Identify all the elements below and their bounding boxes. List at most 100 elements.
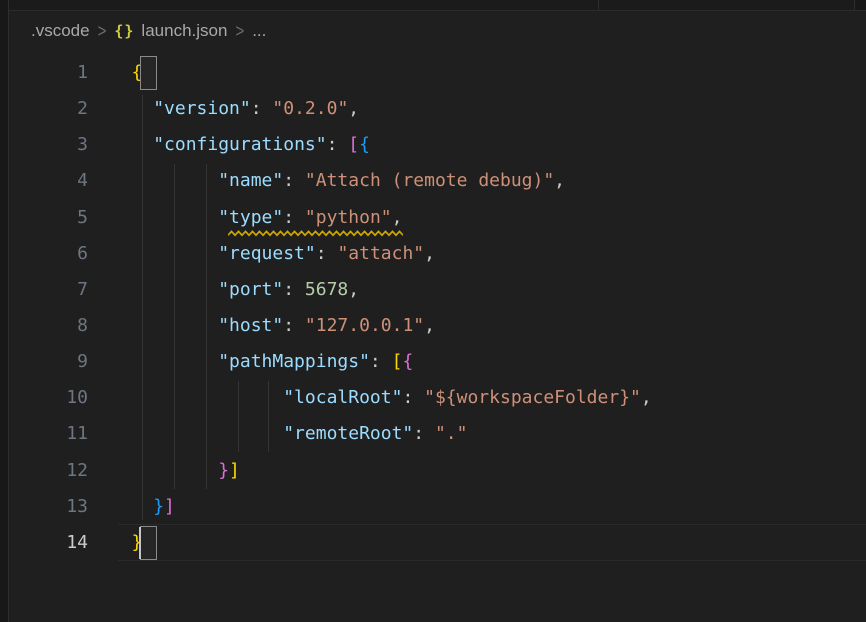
code-line-content: {	[88, 55, 142, 91]
code-line-8[interactable]: 8 "host": "127.0.0.1",	[10, 308, 866, 344]
code-token: "localRoot"	[283, 387, 402, 408]
code-token: "remoteRoot"	[283, 423, 413, 444]
code-line-content: "pathMappings": [{	[88, 344, 413, 380]
tab-remnant-1[interactable]	[9, 0, 599, 10]
code-line-content: "localRoot": "${workspaceFolder}",	[88, 380, 652, 416]
code-token: ,	[348, 98, 359, 119]
code-token: :	[283, 315, 305, 336]
code-token: ,	[554, 170, 565, 191]
editor-tab-strip	[9, 0, 866, 11]
line-number-10[interactable]: 10	[10, 380, 88, 416]
code-line-content: "request": "attach",	[88, 236, 435, 272]
line-number-6[interactable]: 6	[10, 236, 88, 272]
line-number-1[interactable]: 1	[10, 55, 88, 91]
code-token: :	[283, 279, 305, 300]
code-lines: 1{2 "version": "0.2.0",3 "configurations…	[10, 55, 866, 561]
line-number-5[interactable]: 5	[10, 200, 88, 236]
code-token: "configurations"	[153, 134, 326, 155]
vscode-window: .vscode > {} launch.json > ... 1{2 "vers…	[0, 0, 866, 622]
code-line-content: "configurations": [{	[88, 127, 370, 163]
code-token: ]	[229, 460, 240, 481]
code-line-12[interactable]: 12 }]	[10, 453, 866, 489]
code-token: "type"	[218, 207, 283, 228]
tab-remnant-2[interactable]	[599, 0, 855, 10]
code-token: "pathMappings"	[218, 351, 370, 372]
code-token: ,	[392, 207, 403, 228]
code-line-content: }]	[88, 453, 240, 489]
line-number-13[interactable]: 13	[10, 489, 88, 525]
breadcrumb-item-file[interactable]: launch.json	[141, 21, 227, 41]
code-token: ,	[424, 243, 435, 264]
code-token: :	[402, 387, 424, 408]
code-token: :	[413, 423, 435, 444]
code-token: "0.2.0"	[272, 98, 348, 119]
line-number-2[interactable]: 2	[10, 91, 88, 127]
code-token: "${workspaceFolder}"	[424, 387, 641, 408]
code-line-2[interactable]: 2 "version": "0.2.0",	[10, 91, 866, 127]
indent-guide	[238, 381, 239, 452]
line-number-9[interactable]: 9	[10, 344, 88, 380]
code-line-10[interactable]: 10 "localRoot": "${workspaceFolder}",	[10, 380, 866, 416]
text-cursor	[139, 527, 141, 559]
code-token: [	[348, 134, 359, 155]
code-token: ,	[641, 387, 652, 408]
tab-remnant-3	[855, 0, 866, 10]
line-number-8[interactable]: 8	[10, 308, 88, 344]
code-token: "version"	[153, 98, 251, 119]
code-line-7[interactable]: 7 "port": 5678,	[10, 272, 866, 308]
line-number-14[interactable]: 14	[10, 525, 88, 561]
code-token	[132, 423, 284, 444]
breadcrumb-bar: .vscode > {} launch.json > ...	[10, 11, 866, 51]
line-number-4[interactable]: 4	[10, 163, 88, 199]
code-token	[132, 387, 284, 408]
code-line-1[interactable]: 1{	[10, 55, 866, 91]
code-line-content: }	[88, 525, 142, 561]
code-token: {	[402, 351, 413, 372]
code-token: "host"	[218, 315, 283, 336]
code-token: ]	[164, 496, 175, 517]
breadcrumb-item-folder[interactable]: .vscode	[31, 21, 90, 41]
line-number-3[interactable]: 3	[10, 127, 88, 163]
breadcrumb-item-symbols[interactable]: ...	[252, 21, 266, 41]
code-line-4[interactable]: 4 "name": "Attach (remote debug)",	[10, 163, 866, 199]
code-line-13[interactable]: 13 }]	[10, 489, 866, 525]
code-token: "request"	[218, 243, 316, 264]
line-number-12[interactable]: 12	[10, 453, 88, 489]
code-line-content: "host": "127.0.0.1",	[88, 308, 435, 344]
chevron-right-icon: >	[235, 20, 244, 41]
code-token: "attach"	[337, 243, 424, 264]
code-token: [	[392, 351, 403, 372]
code-line-11[interactable]: 11 "remoteRoot": "."	[10, 416, 866, 452]
chevron-right-icon: >	[98, 20, 107, 41]
code-line-5[interactable]: 5 "type": "python",	[10, 200, 866, 236]
code-line-9[interactable]: 9 "pathMappings": [{	[10, 344, 866, 380]
code-token: :	[327, 134, 349, 155]
code-token: }	[218, 460, 229, 481]
code-token: {	[359, 134, 370, 155]
code-line-3[interactable]: 3 "configurations": [{	[10, 127, 866, 163]
left-rail	[0, 0, 9, 622]
code-token: "."	[435, 423, 468, 444]
code-token: "python"	[305, 207, 392, 228]
code-line-content: "port": 5678,	[88, 272, 359, 308]
code-token: :	[283, 207, 305, 228]
code-line-6[interactable]: 6 "request": "attach",	[10, 236, 866, 272]
code-line-content: "name": "Attach (remote debug)",	[88, 163, 565, 199]
indent-guide	[268, 381, 269, 452]
line-number-11[interactable]: 11	[10, 416, 88, 452]
code-token: :	[370, 351, 392, 372]
line-number-7[interactable]: 7	[10, 272, 88, 308]
json-file-icon: {}	[114, 22, 134, 40]
code-token: :	[316, 243, 338, 264]
indent-guide	[174, 164, 175, 489]
warning-squiggle-icon	[228, 230, 403, 237]
code-line-content: }]	[88, 489, 175, 525]
code-token: "127.0.0.1"	[305, 315, 424, 336]
bracket-match-box-open	[140, 56, 157, 90]
code-token: }	[153, 496, 164, 517]
code-token: :	[251, 98, 273, 119]
code-token: ,	[348, 279, 359, 300]
code-line-content: "remoteRoot": "."	[88, 416, 467, 452]
code-line-content: "version": "0.2.0",	[88, 91, 359, 127]
code-token: "Attach (remote debug)"	[305, 170, 554, 191]
